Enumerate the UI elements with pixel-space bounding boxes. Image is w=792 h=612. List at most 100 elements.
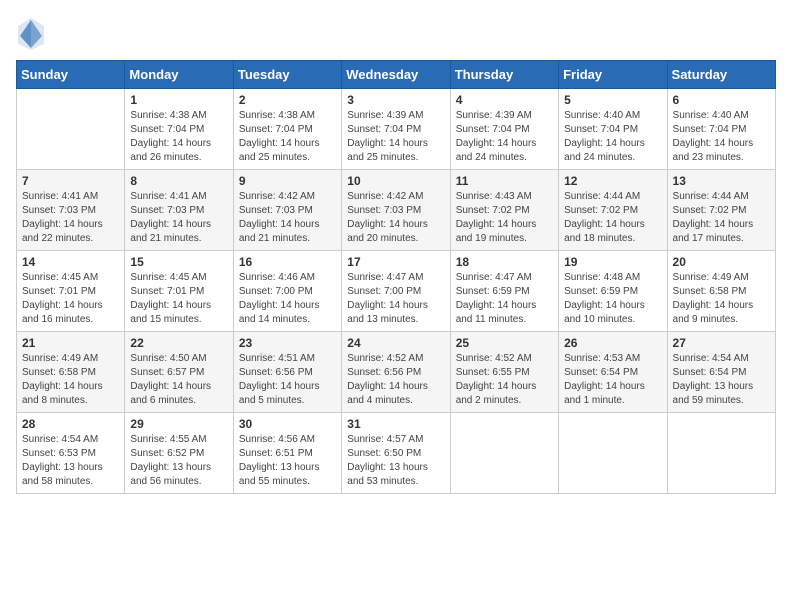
day-detail: Sunrise: 4:46 AM Sunset: 7:00 PM Dayligh…	[239, 271, 336, 327]
day-detail: Sunrise: 4:41 AM Sunset: 7:03 PM Dayligh…	[22, 190, 119, 246]
day-number: 1	[130, 93, 227, 107]
day-number: 9	[239, 174, 336, 188]
day-number: 12	[564, 174, 661, 188]
calendar-cell: 11Sunrise: 4:43 AM Sunset: 7:02 PM Dayli…	[450, 170, 558, 251]
weekday-header: Saturday	[667, 61, 775, 89]
day-detail: Sunrise: 4:38 AM Sunset: 7:04 PM Dayligh…	[239, 109, 336, 165]
logo	[16, 16, 50, 52]
calendar-cell: 12 Sunrise: 4:44 AM Sunset: 7:02 PM Dayli…	[559, 170, 667, 251]
day-detail: Sunrise: 4:56 AM Sunset: 6:51 PM Dayligh…	[239, 433, 336, 489]
calendar-week-row: 28 Sunrise: 4:54 AM Sunset: 6:53 PM Dayli…	[17, 413, 776, 494]
day-number: 22	[130, 336, 227, 350]
calendar-header-row: SundayMondayTuesdayWednesdayThursdayFrid…	[17, 61, 776, 89]
day-detail: Sunrise: 4:45 AM Sunset: 7:01 PM Dayligh…	[22, 271, 119, 327]
day-number: 7	[22, 174, 119, 188]
calendar-cell: 22 Sunrise: 4:50 AM Sunset: 6:57 PM Dayli…	[125, 332, 233, 413]
calendar-cell: 1Sunrise: 4:38 AM Sunset: 7:04 PM Daylig…	[125, 89, 233, 170]
calendar-cell: 26 Sunrise: 4:53 AM Sunset: 6:54 PM Dayli…	[559, 332, 667, 413]
day-number: 5	[564, 93, 661, 107]
day-number: 28	[22, 417, 119, 431]
day-number: 17	[347, 255, 444, 269]
calendar-cell: 5 Sunrise: 4:40 AM Sunset: 7:04 PM Daylig…	[559, 89, 667, 170]
calendar-cell: 13 Sunrise: 4:44 AM Sunset: 7:02 PM Dayli…	[667, 170, 775, 251]
day-detail: Sunrise: 4:54 AM Sunset: 6:54 PM Dayligh…	[673, 352, 770, 408]
calendar-cell: 20 Sunrise: 4:49 AM Sunset: 6:58 PM Dayli…	[667, 251, 775, 332]
day-detail: Sunrise: 4:40 AM Sunset: 7:04 PM Dayligh…	[673, 109, 770, 165]
day-detail: Sunrise: 4:54 AM Sunset: 6:53 PM Dayligh…	[22, 433, 119, 489]
day-number: 26	[564, 336, 661, 350]
day-number: 13	[673, 174, 770, 188]
calendar-cell: 24 Sunrise: 4:52 AM Sunset: 6:56 PM Dayli…	[342, 332, 450, 413]
calendar-cell: 8 Sunrise: 4:41 AM Sunset: 7:03 PM Daylig…	[125, 170, 233, 251]
calendar-week-row: 1 Sunrise: 4:38 AM Sunset: 7:04 PM Daylig…	[17, 89, 776, 170]
day-number: 19	[564, 255, 661, 269]
logo-icon	[16, 16, 46, 52]
calendar-cell: 28 Sunrise: 4:54 AM Sunset: 6:53 PM Dayli…	[17, 413, 125, 494]
day-detail: Sunrise: 4:47 AM Sunset: 7:00 PM Dayligh…	[347, 271, 444, 327]
day-detail: Sunrise: 4:49 AM Sunset: 6:58 PM Dayligh…	[673, 271, 770, 327]
calendar-cell: 17 Sunrise: 4:47 AM Sunset: 7:00 PM Dayli…	[342, 251, 450, 332]
calendar-cell	[667, 413, 775, 494]
calendar-cell: 16Sunrise: 4:46 AM Sunset: 7:00 PM Dayli…	[233, 251, 341, 332]
day-detail: Sunrise: 4:40 AM Sunset: 7:04 PM Dayligh…	[564, 109, 661, 165]
calendar-cell: 6 Sunrise: 4:40 AM Sunset: 7:04 PM Daylig…	[667, 89, 775, 170]
day-detail: Sunrise: 4:50 AM Sunset: 6:57 PM Dayligh…	[130, 352, 227, 408]
calendar-cell: 14 Sunrise: 4:45 AM Sunset: 7:01 PM Dayli…	[17, 251, 125, 332]
day-number: 4	[456, 93, 553, 107]
calendar-cell: 27 Sunrise: 4:54 AM Sunset: 6:54 PM Dayli…	[667, 332, 775, 413]
calendar-cell: 3Sunrise: 4:39 AM Sunset: 7:04 PM Daylig…	[342, 89, 450, 170]
day-number: 31	[347, 417, 444, 431]
day-detail: Sunrise: 4:53 AM Sunset: 6:54 PM Dayligh…	[564, 352, 661, 408]
day-number: 10	[347, 174, 444, 188]
day-detail: Sunrise: 4:41 AM Sunset: 7:03 PM Dayligh…	[130, 190, 227, 246]
day-detail: Sunrise: 4:39 AM Sunset: 7:04 PM Dayligh…	[347, 109, 444, 165]
weekday-header: Thursday	[450, 61, 558, 89]
day-detail: Sunrise: 4:52 AM Sunset: 6:56 PM Dayligh…	[347, 352, 444, 408]
day-number: 21	[22, 336, 119, 350]
day-number: 23	[239, 336, 336, 350]
day-detail: Sunrise: 4:44 AM Sunset: 7:02 PM Dayligh…	[673, 190, 770, 246]
day-number: 24	[347, 336, 444, 350]
calendar-cell: 23 Sunrise: 4:51 AM Sunset: 6:56 PM Dayli…	[233, 332, 341, 413]
day-detail: Sunrise: 4:55 AM Sunset: 6:52 PM Dayligh…	[130, 433, 227, 489]
day-number: 20	[673, 255, 770, 269]
day-detail: Sunrise: 4:45 AM Sunset: 7:01 PM Dayligh…	[130, 271, 227, 327]
weekday-header: Sunday	[17, 61, 125, 89]
page-header	[16, 16, 776, 52]
calendar-cell: 18Sunrise: 4:47 AM Sunset: 6:59 PM Dayli…	[450, 251, 558, 332]
calendar-cell: 7 Sunrise: 4:41 AM Sunset: 7:03 PM Daylig…	[17, 170, 125, 251]
calendar-cell	[450, 413, 558, 494]
calendar-cell: 4Sunrise: 4:39 AM Sunset: 7:04 PM Daylig…	[450, 89, 558, 170]
day-number: 29	[130, 417, 227, 431]
day-detail: Sunrise: 4:42 AM Sunset: 7:03 PM Dayligh…	[239, 190, 336, 246]
day-number: 30	[239, 417, 336, 431]
weekday-header: Wednesday	[342, 61, 450, 89]
weekday-header: Tuesday	[233, 61, 341, 89]
day-detail: Sunrise: 4:52 AM Sunset: 6:55 PM Dayligh…	[456, 352, 553, 408]
calendar-cell: 25 Sunrise: 4:52 AM Sunset: 6:55 PM Dayli…	[450, 332, 558, 413]
day-detail: Sunrise: 4:43 AM Sunset: 7:02 PM Dayligh…	[456, 190, 553, 246]
calendar-cell: 10 Sunrise: 4:42 AM Sunset: 7:03 PM Dayli…	[342, 170, 450, 251]
day-detail: Sunrise: 4:51 AM Sunset: 6:56 PM Dayligh…	[239, 352, 336, 408]
day-detail: Sunrise: 4:42 AM Sunset: 7:03 PM Dayligh…	[347, 190, 444, 246]
day-number: 27	[673, 336, 770, 350]
day-number: 14	[22, 255, 119, 269]
calendar-cell: 30 Sunrise: 4:56 AM Sunset: 6:51 PM Dayli…	[233, 413, 341, 494]
day-number: 8	[130, 174, 227, 188]
day-number: 25	[456, 336, 553, 350]
calendar-week-row: 14 Sunrise: 4:45 AM Sunset: 7:01 PM Dayli…	[17, 251, 776, 332]
calendar-cell: 21Sunrise: 4:49 AM Sunset: 6:58 PM Dayli…	[17, 332, 125, 413]
calendar-week-row: 7 Sunrise: 4:41 AM Sunset: 7:03 PM Daylig…	[17, 170, 776, 251]
day-number: 2	[239, 93, 336, 107]
calendar-week-row: 21Sunrise: 4:49 AM Sunset: 6:58 PM Dayli…	[17, 332, 776, 413]
day-detail: Sunrise: 4:57 AM Sunset: 6:50 PM Dayligh…	[347, 433, 444, 489]
calendar-cell: 29 Sunrise: 4:55 AM Sunset: 6:52 PM Dayli…	[125, 413, 233, 494]
day-number: 6	[673, 93, 770, 107]
calendar-cell	[559, 413, 667, 494]
calendar-cell: 19 Sunrise: 4:48 AM Sunset: 6:59 PM Dayli…	[559, 251, 667, 332]
day-detail: Sunrise: 4:44 AM Sunset: 7:02 PM Dayligh…	[564, 190, 661, 246]
calendar-cell: 2 Sunrise: 4:38 AM Sunset: 7:04 PM Daylig…	[233, 89, 341, 170]
calendar-cell	[17, 89, 125, 170]
day-detail: Sunrise: 4:48 AM Sunset: 6:59 PM Dayligh…	[564, 271, 661, 327]
calendar-table: SundayMondayTuesdayWednesdayThursdayFrid…	[16, 60, 776, 494]
